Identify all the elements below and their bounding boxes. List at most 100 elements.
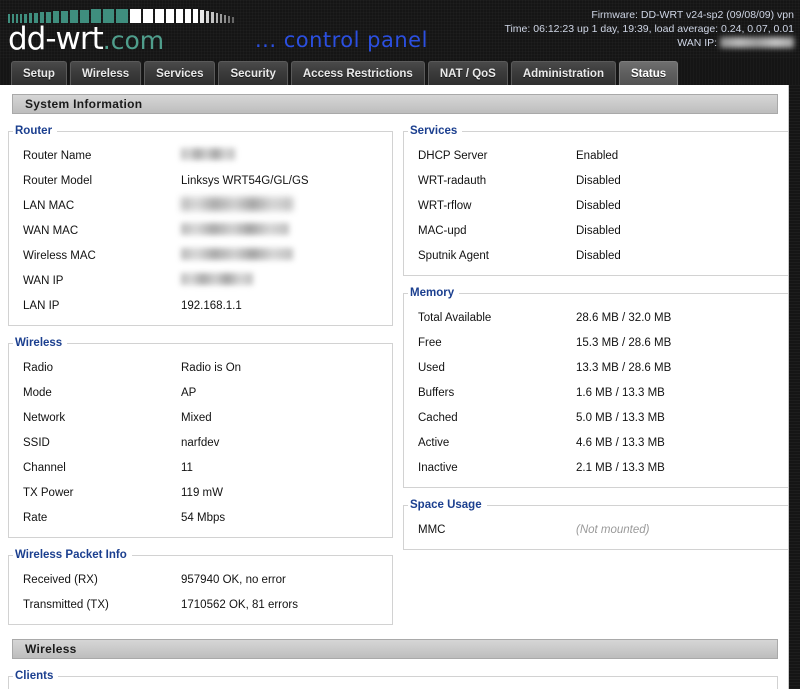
tab-access-restrictions[interactable]: Access Restrictions <box>291 61 425 85</box>
clients-section: Clients MAC AddressInterfaceUptimeTX Rat… <box>0 670 788 689</box>
services-label: MAC-upd <box>418 225 576 237</box>
memory-rows: Total Available28.6 MB / 32.0 MBFree15.3… <box>404 305 788 480</box>
wireless-label: SSID <box>23 437 181 449</box>
wan-ip-redacted-value <box>720 37 794 48</box>
memory-row: Total Available28.6 MB / 32.0 MB <box>404 305 788 330</box>
wireless-row: RadioRadio is On <box>9 355 392 380</box>
wireless-value: 54 Mbps <box>181 512 384 524</box>
tab-nat-qos[interactable]: NAT / QoS <box>428 61 508 85</box>
router-label: WAN IP <box>23 275 181 287</box>
wireless-value: Radio is On <box>181 362 384 374</box>
redacted-value <box>181 197 293 211</box>
router-row: Wireless MAC <box>9 243 392 268</box>
wireless-rows: RadioRadio is OnModeAPNetworkMixedSSIDna… <box>9 355 392 530</box>
router-rows: Router Name Router ModelLinksys WRT54G/GL… <box>9 143 392 318</box>
services-rows: DHCP ServerEnabledWRT-radauthDisabledWRT… <box>404 143 788 268</box>
memory-value: 28.6 MB / 32.0 MB <box>576 312 780 324</box>
space-usage-legend: Space Usage <box>408 499 487 511</box>
ddwrt-control-panel-page: dd-wrt.com ... control panel Firmware: D… <box>0 0 800 689</box>
memory-panel-legend: Memory <box>408 287 459 299</box>
router-row: Router Name <box>9 143 392 168</box>
header-info-block: Firmware: DD-WRT v24-sp2 (09/08/09) vpn … <box>504 8 794 50</box>
router-label: Router Name <box>23 150 181 162</box>
router-row: WAN IP <box>9 268 392 293</box>
router-value: Linksys WRT54G/GL/GS <box>181 175 384 187</box>
info-columns: Router Router Name Router ModelLinksys WR… <box>0 114 788 625</box>
services-row: WRT-radauthDisabled <box>404 168 788 193</box>
services-value: Disabled <box>576 200 780 212</box>
tab-administration[interactable]: Administration <box>511 61 616 85</box>
packet-info-row: Transmitted (TX)1710562 OK, 81 errors <box>9 592 392 617</box>
wireless-value: narfdev <box>181 437 384 449</box>
ddwrt-logo: dd-wrt.com <box>8 22 164 58</box>
wireless-row: NetworkMixed <box>9 405 392 430</box>
memory-row: Cached5.0 MB / 13.3 MB <box>404 405 788 430</box>
router-value <box>181 148 384 163</box>
space-usage-row: MMC(Not mounted) <box>404 517 788 542</box>
wireless-label: Radio <box>23 362 181 374</box>
main-navigation-tabs: SetupWirelessServicesSecurityAccess Rest… <box>0 58 800 85</box>
right-edge-strip <box>789 85 800 689</box>
memory-row: Used13.3 MB / 28.6 MB <box>404 355 788 380</box>
memory-value: 15.3 MB / 28.6 MB <box>576 337 780 349</box>
packet-info-row: Received (RX)957940 OK, no error <box>9 567 392 592</box>
services-panel-legend: Services <box>408 125 462 137</box>
wireless-row: ModeAP <box>9 380 392 405</box>
space-usage-panel: Space Usage MMC(Not mounted) <box>403 499 789 550</box>
tab-setup[interactable]: Setup <box>11 61 67 85</box>
clients-panel-legend: Clients <box>13 670 58 682</box>
memory-row: Buffers1.6 MB / 13.3 MB <box>404 380 788 405</box>
memory-value: 13.3 MB / 28.6 MB <box>576 362 780 374</box>
memory-label: Total Available <box>418 312 576 324</box>
logo-suffix-text: .com <box>103 26 164 55</box>
redacted-value <box>181 148 235 160</box>
services-label: WRT-radauth <box>418 175 576 187</box>
router-panel: Router Router Name Router ModelLinksys WR… <box>8 125 393 326</box>
wireless-row: SSIDnarfdev <box>9 430 392 455</box>
wireless-label: Rate <box>23 512 181 524</box>
wireless-row: Rate54 Mbps <box>9 505 392 530</box>
wireless-value: Mixed <box>181 412 384 424</box>
wan-ip-label: WAN IP: <box>677 37 717 49</box>
space-usage-rows: MMC(Not mounted) <box>404 517 788 542</box>
packet-info-rows: Received (RX)957940 OK, no errorTransmit… <box>9 567 392 617</box>
router-label: LAN MAC <box>23 200 181 212</box>
services-row: DHCP ServerEnabled <box>404 143 788 168</box>
wireless-row: Channel11 <box>9 455 392 480</box>
tab-wireless[interactable]: Wireless <box>70 61 141 85</box>
services-row: Sputnik AgentDisabled <box>404 243 788 268</box>
memory-panel: Memory Total Available28.6 MB / 32.0 MBF… <box>403 287 789 488</box>
system-information-header: System Information <box>12 94 778 114</box>
memory-value: 1.6 MB / 13.3 MB <box>576 387 780 399</box>
firmware-version-text: Firmware: DD-WRT v24-sp2 (09/08/09) vpn <box>504 8 794 22</box>
memory-label: Inactive <box>418 462 576 474</box>
memory-row: Free15.3 MB / 28.6 MB <box>404 330 788 355</box>
tab-status[interactable]: Status <box>619 61 678 85</box>
router-label: Router Model <box>23 175 181 187</box>
tab-security[interactable]: Security <box>218 61 287 85</box>
services-label: Sputnik Agent <box>418 250 576 262</box>
wireless-value: AP <box>181 387 384 399</box>
wireless-panel-legend: Wireless <box>13 337 67 349</box>
router-row: WAN MAC <box>9 218 392 243</box>
memory-label: Cached <box>418 412 576 424</box>
redacted-value <box>181 273 253 285</box>
services-value: Disabled <box>576 250 780 262</box>
memory-row: Active4.6 MB / 13.3 MB <box>404 430 788 455</box>
memory-label: Used <box>418 362 576 374</box>
packet-info-legend: Wireless Packet Info <box>13 549 132 561</box>
wireless-panel: Wireless RadioRadio is OnModeAPNetworkMi… <box>8 337 393 538</box>
wireless-label: Mode <box>23 387 181 399</box>
wireless-label: Network <box>23 412 181 424</box>
router-label: WAN MAC <box>23 225 181 237</box>
content-area: System Information Router Router NameRou… <box>0 85 789 689</box>
memory-label: Active <box>418 437 576 449</box>
router-label: LAN IP <box>23 300 181 312</box>
page-header: dd-wrt.com ... control panel Firmware: D… <box>0 0 800 58</box>
router-row: LAN MAC <box>9 193 392 218</box>
wireless-value: 11 <box>181 462 384 474</box>
tab-services[interactable]: Services <box>144 61 215 85</box>
packet-info-label: Received (RX) <box>23 574 181 586</box>
wireless-row: TX Power119 mW <box>9 480 392 505</box>
router-panel-legend: Router <box>13 125 57 137</box>
